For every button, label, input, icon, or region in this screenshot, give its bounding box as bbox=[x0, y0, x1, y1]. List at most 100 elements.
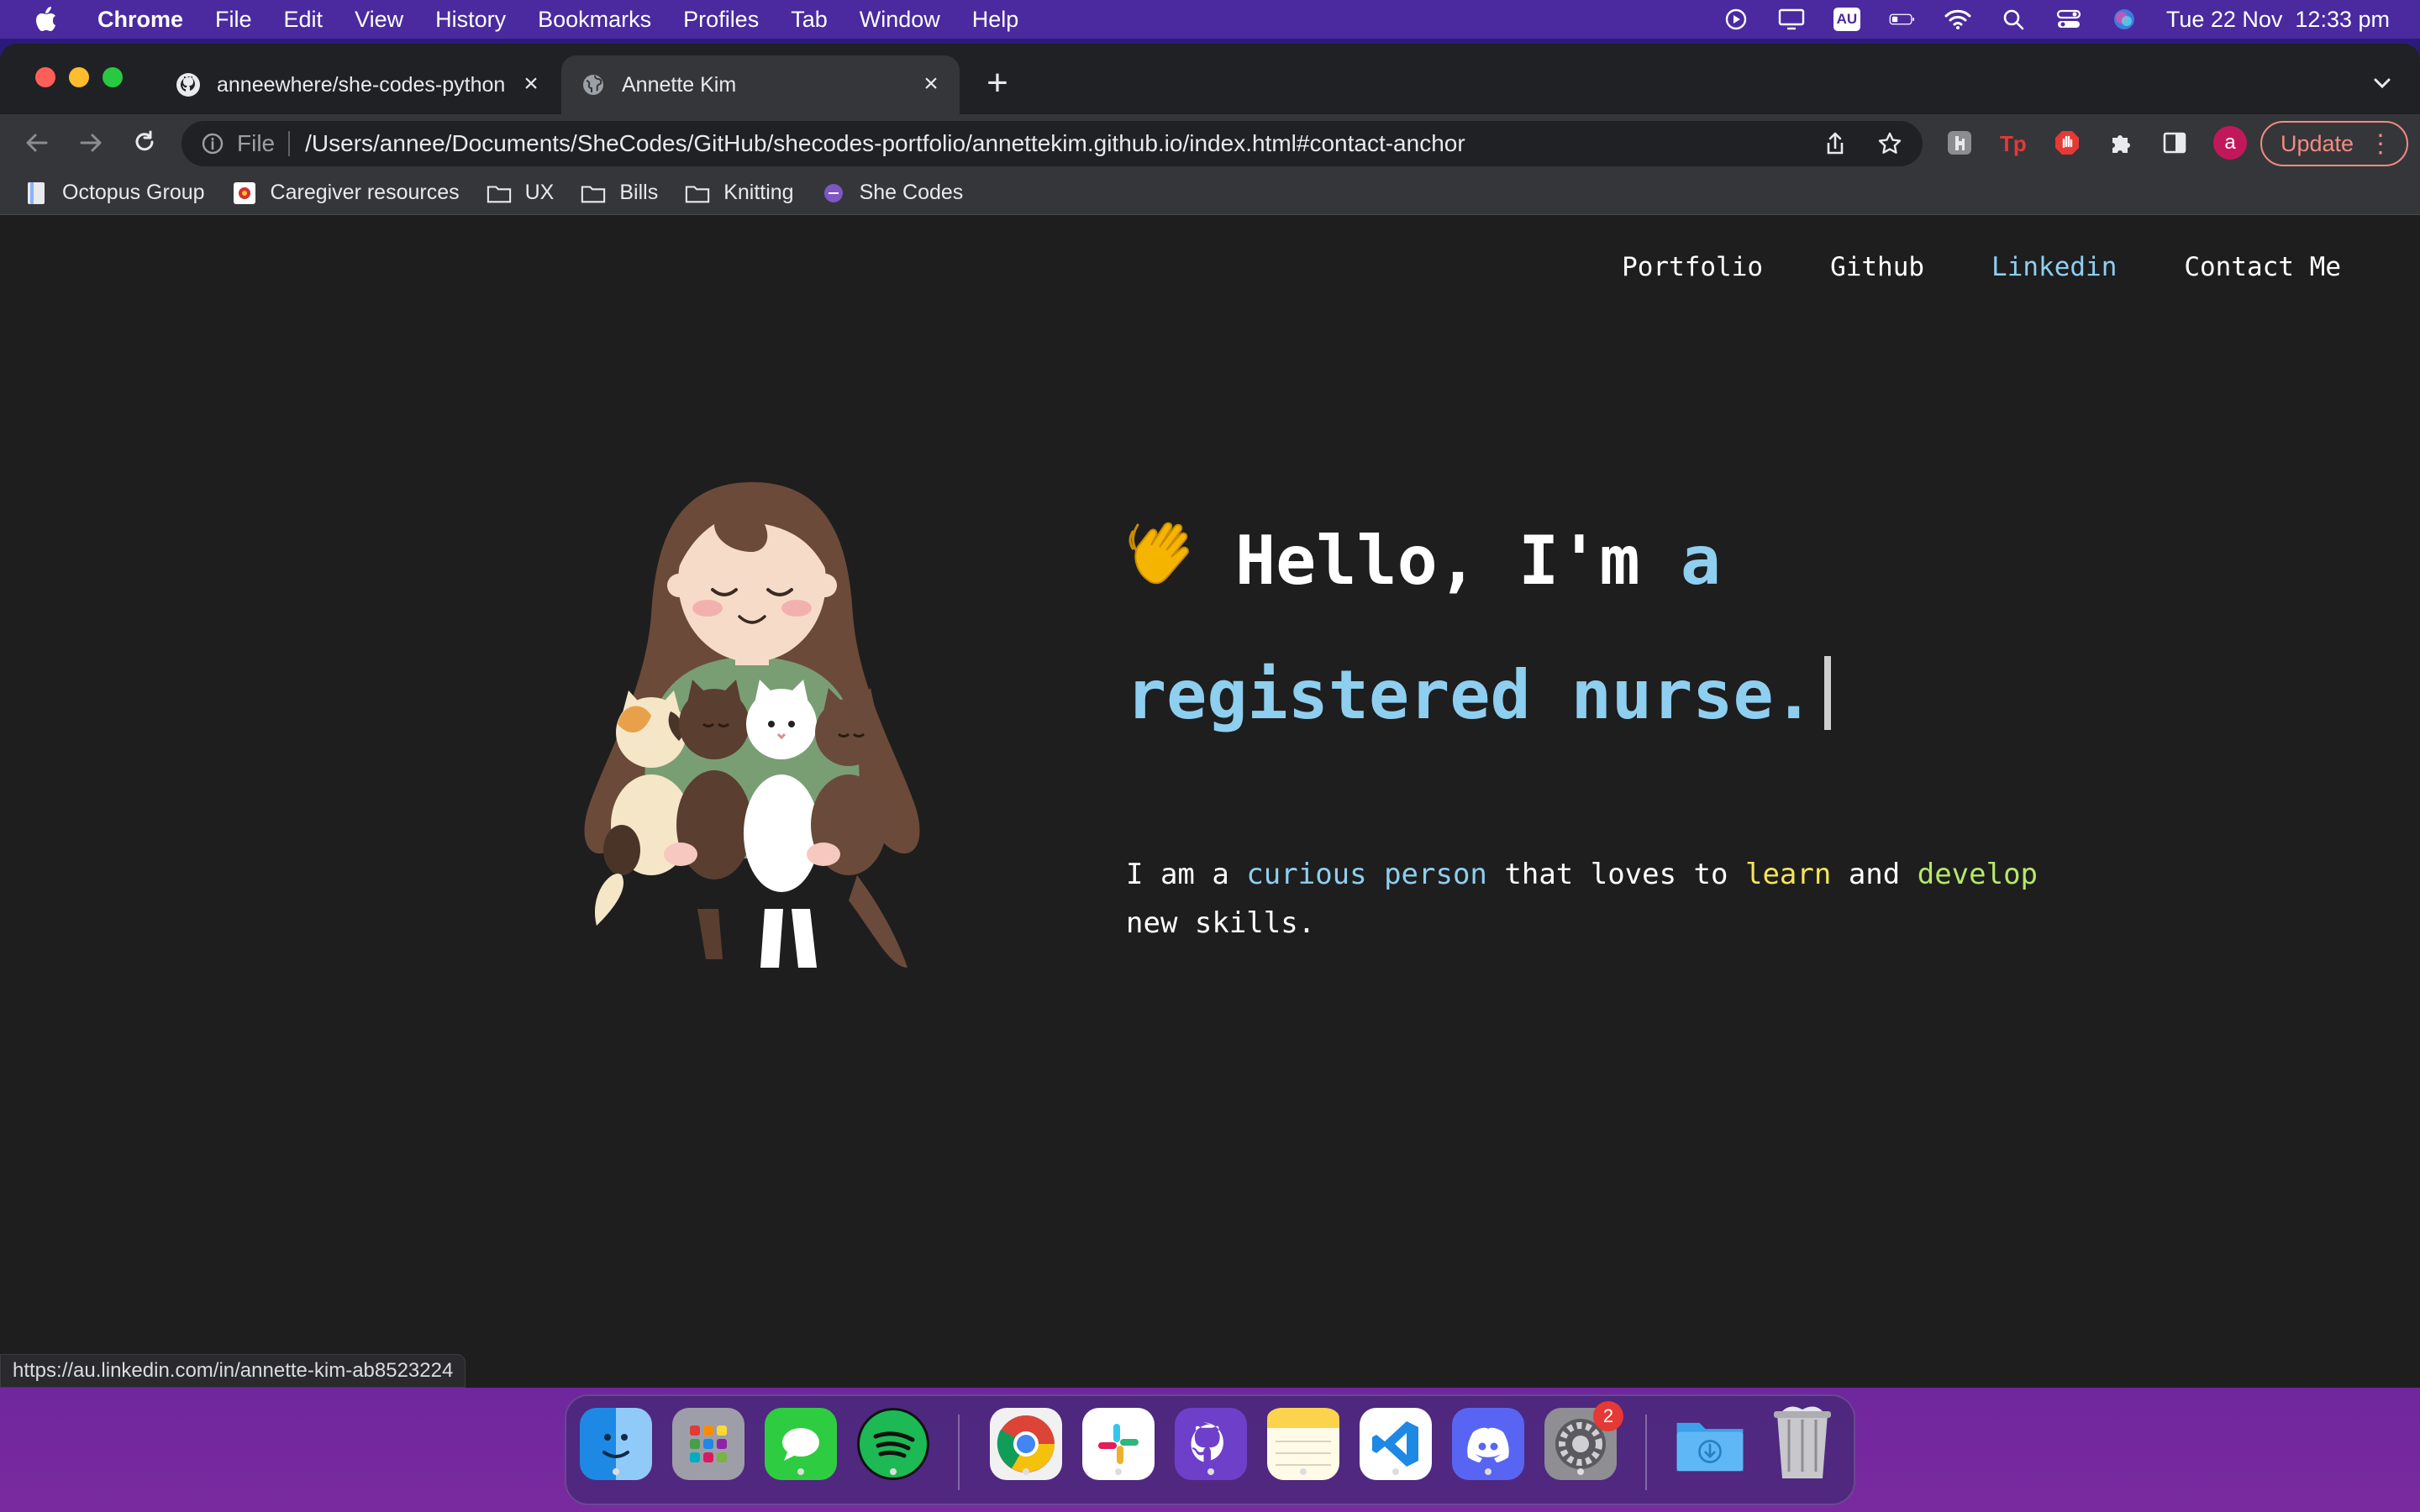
dock-divider bbox=[958, 1415, 960, 1490]
folder-icon bbox=[685, 181, 710, 205]
running-indicator bbox=[1207, 1468, 1214, 1475]
control-center-icon[interactable] bbox=[2055, 8, 2082, 30]
notes-icon[interactable] bbox=[1267, 1408, 1339, 1480]
hero-greeting: Hello, I'm bbox=[1235, 522, 1640, 600]
discord-icon[interactable] bbox=[1452, 1408, 1524, 1480]
intro-highlight-develop: develop bbox=[1917, 858, 2039, 891]
menu-history[interactable]: History bbox=[435, 7, 506, 33]
close-tab-icon[interactable]: × bbox=[919, 70, 943, 97]
input-source-badge[interactable]: AU bbox=[1833, 8, 1860, 31]
reload-icon[interactable] bbox=[129, 128, 160, 158]
extension-tp-icon[interactable]: Tp bbox=[1998, 128, 2028, 158]
page-icon bbox=[24, 181, 49, 205]
system-preferences-icon[interactable]: 2 bbox=[1544, 1401, 1623, 1480]
chrome-icon[interactable] bbox=[990, 1408, 1062, 1480]
site-info-icon[interactable] bbox=[200, 131, 225, 156]
finder-icon[interactable] bbox=[580, 1408, 652, 1480]
dock-divider bbox=[1645, 1415, 1647, 1490]
bookmark-label: Caregiver resources bbox=[270, 181, 460, 204]
url-text[interactable]: /Users/annee/Documents/SheCodes/GitHub/s… bbox=[305, 130, 1465, 157]
notification-badge: 2 bbox=[1593, 1401, 1623, 1431]
menu-app-chrome[interactable]: Chrome bbox=[97, 7, 183, 33]
bookmark-folder-bills[interactable]: Bills bbox=[581, 181, 658, 205]
nav-contact-me[interactable]: Contact Me bbox=[2184, 252, 2341, 282]
intro-text: and bbox=[1848, 858, 1901, 891]
menu-view[interactable]: View bbox=[355, 7, 403, 33]
bookmark-label: She Codes bbox=[859, 181, 964, 204]
menubar-clock[interactable]: Tue 22 Nov 12:33 pm bbox=[2166, 7, 2390, 33]
web-page: Portfolio Github Linkedin Contact Me Hel… bbox=[0, 228, 2420, 1388]
extension-stop-hand-icon[interactable] bbox=[2052, 128, 2082, 158]
globe-icon bbox=[580, 71, 607, 98]
bookmark-folder-ux[interactable]: UX bbox=[487, 181, 554, 205]
display-icon[interactable] bbox=[1778, 8, 1805, 30]
minimize-window-button[interactable] bbox=[69, 67, 89, 87]
slack-icon[interactable] bbox=[1082, 1408, 1155, 1480]
running-indicator bbox=[1577, 1468, 1584, 1475]
play-circle-icon[interactable] bbox=[1723, 8, 1749, 30]
running-indicator bbox=[613, 1468, 619, 1475]
intro-paragraph: I am a curious person that loves to lear… bbox=[1126, 850, 2067, 948]
tab-github[interactable]: anneewhere/she-codes-python × bbox=[156, 55, 560, 114]
downloads-folder-icon[interactable] bbox=[1674, 1408, 1746, 1480]
menu-edit[interactable]: Edit bbox=[284, 7, 324, 33]
apple-icon[interactable] bbox=[34, 5, 59, 34]
trash-icon[interactable] bbox=[1766, 1406, 1839, 1480]
nav-linkedin[interactable]: Linkedin bbox=[1991, 252, 2117, 282]
spotify-icon[interactable] bbox=[857, 1408, 929, 1480]
maximize-window-button[interactable] bbox=[103, 67, 123, 87]
folder-icon bbox=[581, 181, 606, 205]
running-indicator bbox=[1485, 1468, 1491, 1475]
menu-bookmarks[interactable]: Bookmarks bbox=[538, 7, 651, 33]
search-icon[interactable] bbox=[2000, 8, 2027, 30]
folder-icon bbox=[487, 181, 512, 205]
bookmark-star-icon[interactable] bbox=[1877, 131, 1902, 162]
bookmark-folder-knitting[interactable]: Knitting bbox=[685, 181, 794, 205]
site-icon bbox=[232, 181, 257, 205]
bookmark-she-codes[interactable]: She Codes bbox=[821, 181, 964, 205]
menu-window[interactable]: Window bbox=[860, 7, 940, 33]
intro-highlight-learn: learn bbox=[1744, 858, 1832, 891]
new-tab-button[interactable]: + bbox=[983, 65, 1012, 102]
window-controls bbox=[35, 67, 123, 87]
side-panel-icon[interactable] bbox=[2160, 128, 2190, 158]
intro-highlight-curious: curious person bbox=[1246, 858, 1487, 891]
address-bar[interactable]: File /Users/annee/Documents/SheCodes/Git… bbox=[182, 121, 1923, 166]
tab-annette-kim[interactable]: Annette Kim × bbox=[561, 55, 960, 114]
battery-icon[interactable] bbox=[1889, 8, 1916, 30]
menu-profiles[interactable]: Profiles bbox=[683, 7, 759, 33]
bookmark-octopus-group[interactable]: Octopus Group bbox=[24, 181, 205, 205]
menu-help[interactable]: Help bbox=[972, 7, 1019, 33]
macos-menu-bar: Chrome File Edit View History Bookmarks … bbox=[0, 0, 2420, 39]
more-menu-icon[interactable]: ⋮ bbox=[2368, 129, 2393, 159]
share-icon[interactable] bbox=[1823, 131, 1847, 162]
nav-portfolio[interactable]: Portfolio bbox=[1622, 252, 1763, 282]
wifi-icon[interactable] bbox=[1944, 8, 1971, 30]
extensions-puzzle-icon[interactable] bbox=[2106, 128, 2136, 158]
bookmark-caregiver-resources[interactable]: Caregiver resources bbox=[232, 181, 460, 205]
menu-file[interactable]: File bbox=[215, 7, 252, 33]
tab-search-chevron-icon[interactable] bbox=[2370, 71, 2395, 96]
running-indicator bbox=[797, 1468, 804, 1475]
nav-github[interactable]: Github bbox=[1830, 252, 1924, 282]
siri-icon[interactable] bbox=[2111, 8, 2138, 30]
update-button[interactable]: Update ⋮ bbox=[2260, 121, 2408, 166]
hero-role-article: a bbox=[1680, 522, 1721, 600]
shecodes-icon bbox=[821, 181, 846, 205]
messages-icon[interactable] bbox=[765, 1408, 837, 1480]
scheme-label: File bbox=[237, 130, 276, 156]
omnibox-divider bbox=[288, 131, 291, 156]
back-arrow-icon[interactable] bbox=[22, 128, 52, 158]
launchpad-icon[interactable] bbox=[672, 1408, 744, 1480]
profile-avatar[interactable]: a bbox=[2213, 126, 2247, 160]
forward-arrow-icon[interactable] bbox=[76, 128, 106, 158]
bookmark-label: Bills bbox=[619, 181, 659, 204]
extension-gray-icon[interactable] bbox=[1944, 128, 1975, 158]
intro-text: that loves to bbox=[1504, 858, 1728, 891]
github-desktop-icon[interactable] bbox=[1175, 1408, 1247, 1480]
svg-text:Tp: Tp bbox=[2000, 131, 2027, 156]
menu-tab[interactable]: Tab bbox=[791, 7, 828, 33]
vscode-icon[interactable] bbox=[1360, 1408, 1432, 1480]
close-window-button[interactable] bbox=[35, 67, 55, 87]
close-tab-icon[interactable]: × bbox=[519, 70, 543, 97]
